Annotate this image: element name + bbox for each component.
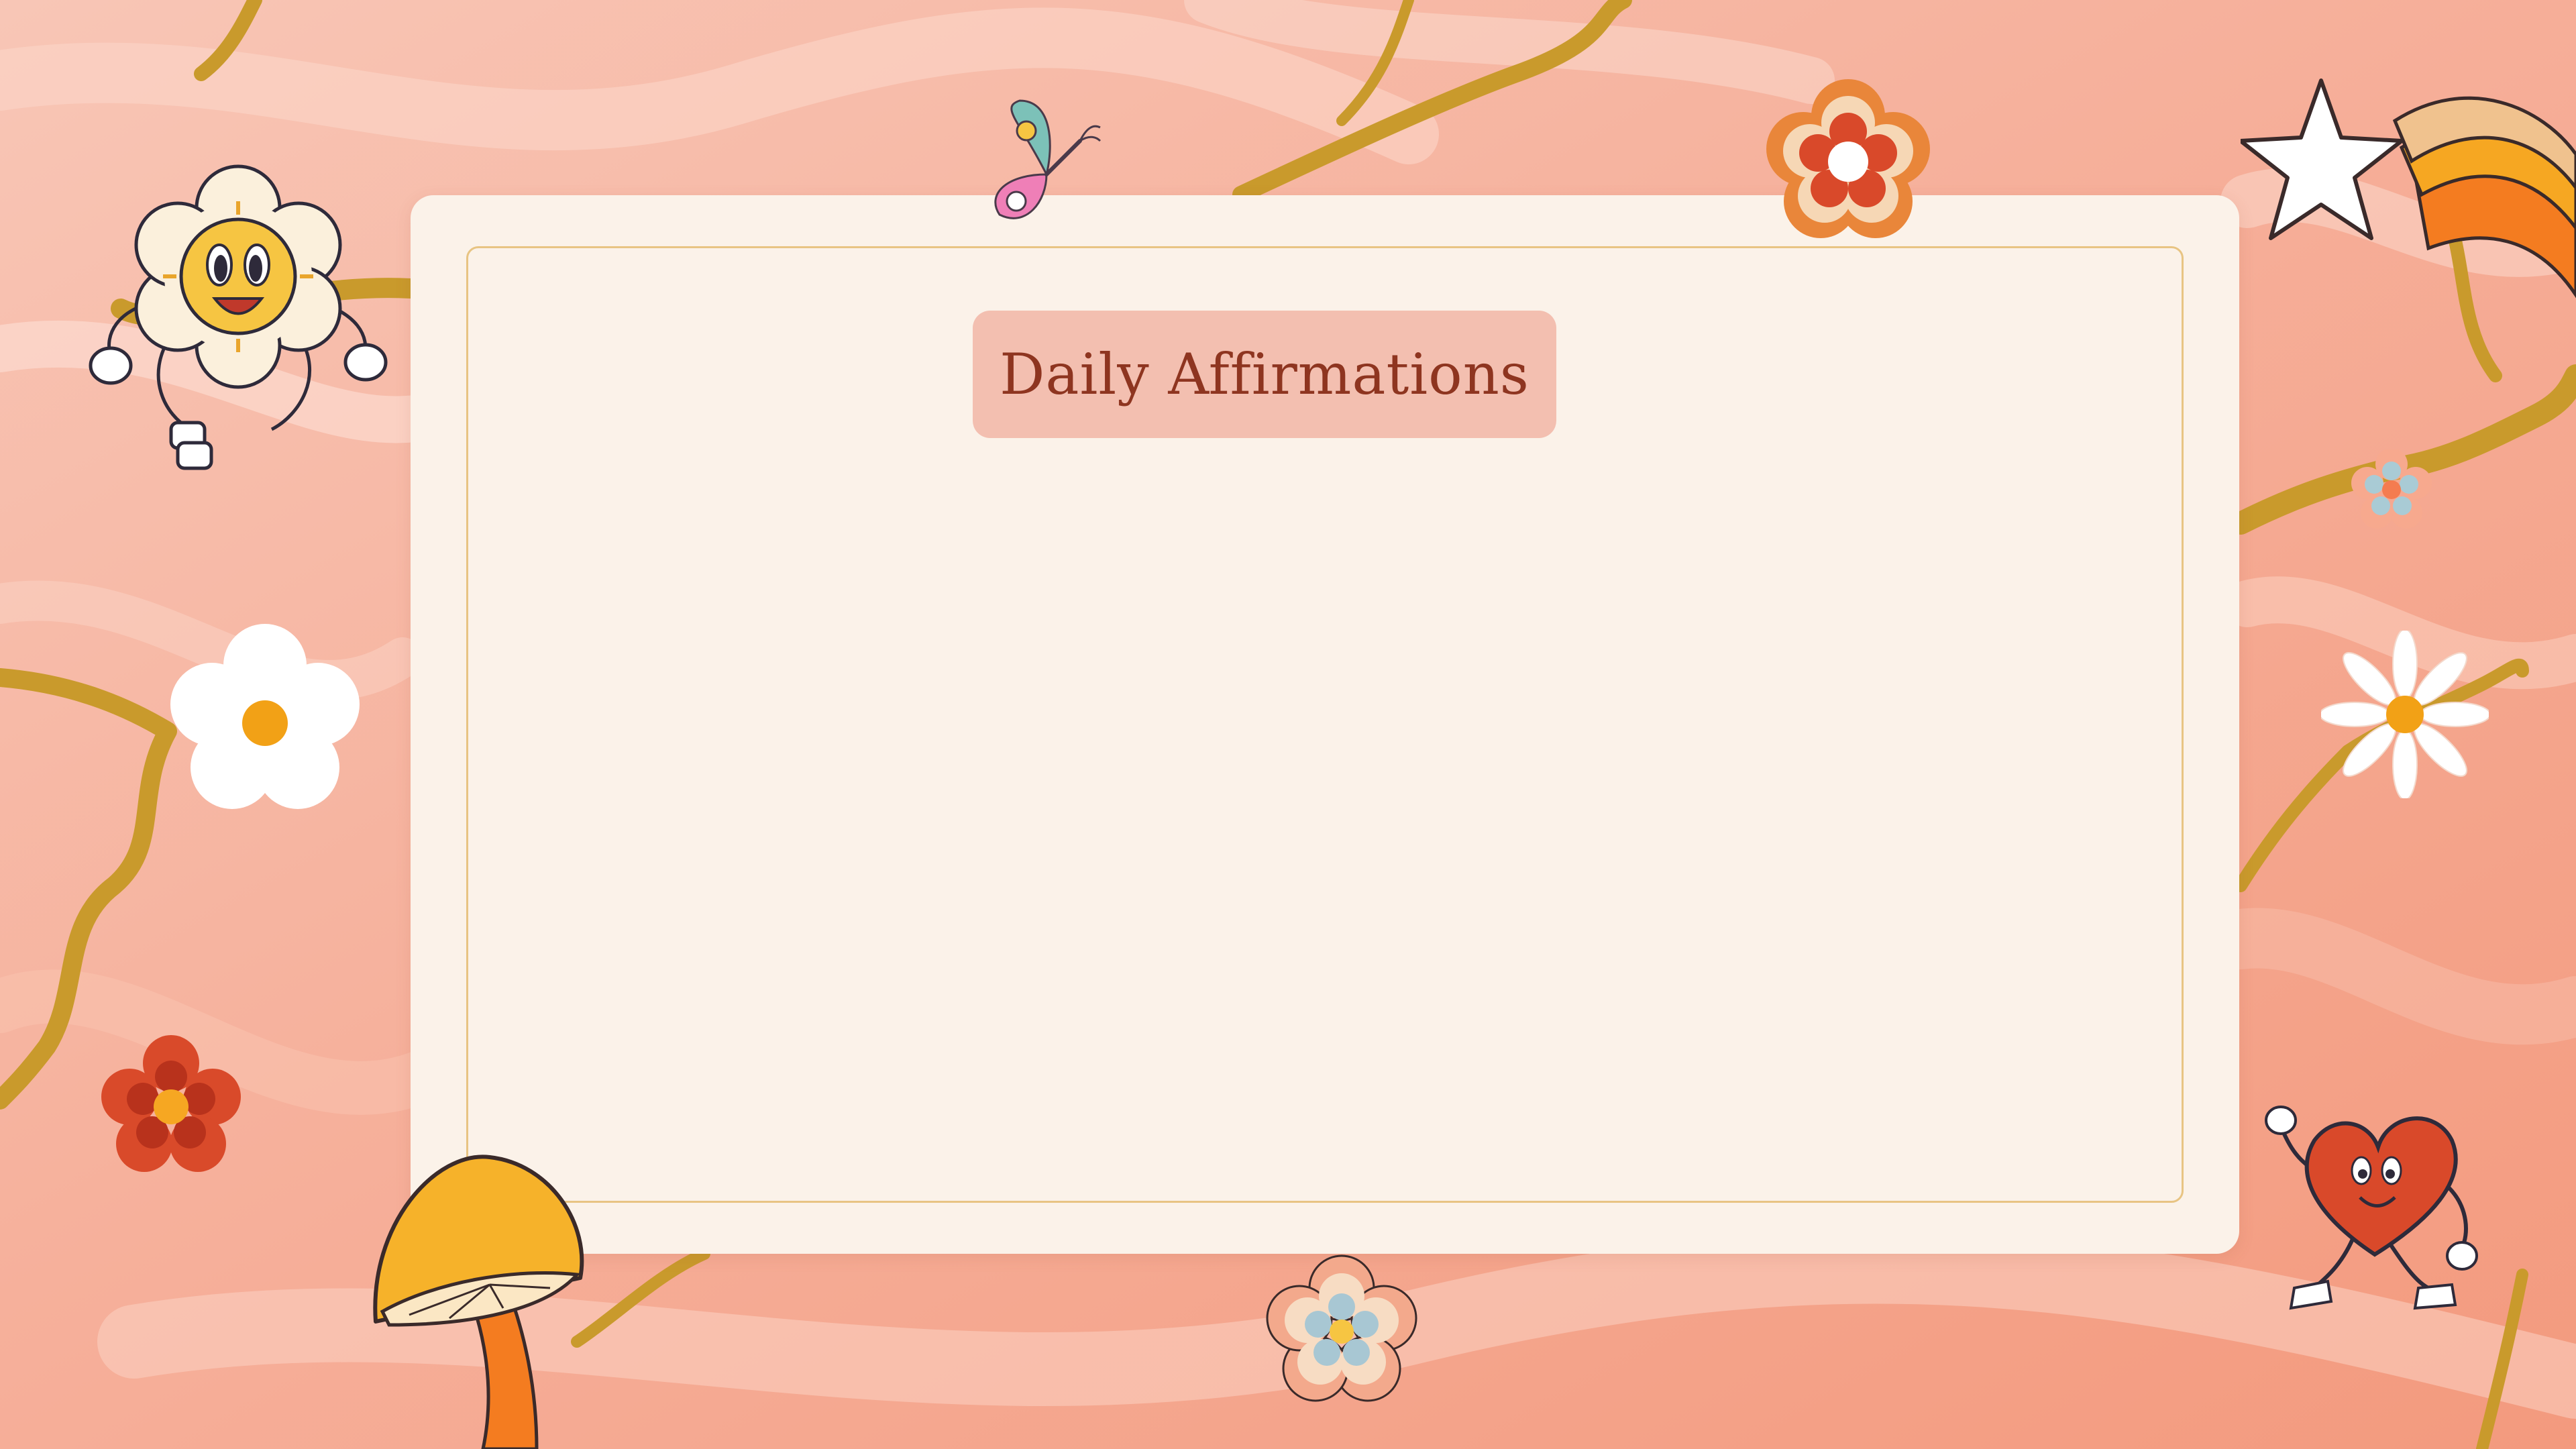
orange-flower-icon [1766, 79, 1930, 238]
red-flower-icon [101, 1035, 241, 1172]
small-retro-flower-icon [2351, 449, 2432, 529]
shooting-star-icon [2241, 78, 2576, 299]
mushroom-icon [373, 1155, 584, 1449]
heart-character-icon [2265, 1106, 2478, 1310]
affirmation-card: Daily Affirmations [411, 195, 2239, 1254]
white-daisy-icon [2321, 631, 2489, 798]
blue-flower-icon [1266, 1254, 1417, 1402]
title-badge: Daily Affirmations [973, 311, 1556, 438]
butterfly-icon [994, 99, 1102, 219]
card-title: Daily Affirmations [1000, 341, 1529, 407]
white-flower-icon [170, 624, 360, 809]
sun-flower-character-icon [89, 164, 388, 470]
